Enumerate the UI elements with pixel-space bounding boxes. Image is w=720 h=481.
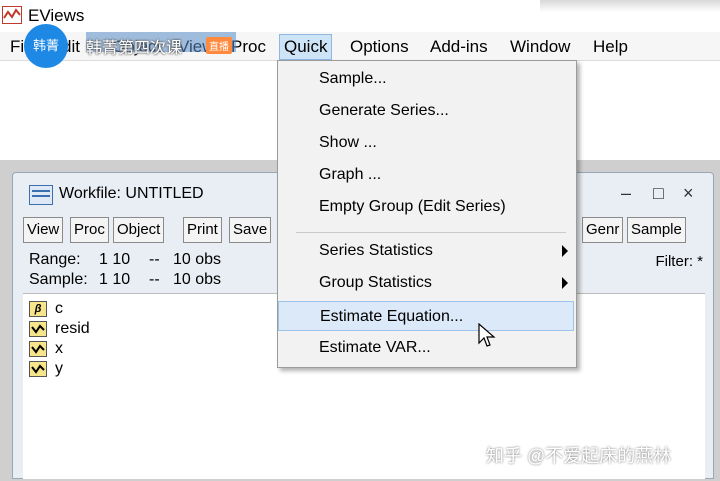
menu-item-series-statistics[interactable]: Series Statistics [278, 236, 574, 266]
quick-menu: Sample... Generate Series... Show ... Gr… [277, 60, 577, 368]
proc-button[interactable]: Proc [70, 217, 109, 243]
menu-separator [296, 232, 566, 233]
series-icon [29, 320, 47, 337]
genr-button[interactable]: Genr [582, 217, 624, 243]
coefficient-icon: β [29, 300, 47, 317]
object-name: x [55, 340, 63, 357]
list-item[interactable]: resid [29, 320, 90, 338]
sample-obs: -- 10 obs [149, 271, 222, 288]
series-icon [29, 340, 47, 357]
range-obs: -- 10 obs [149, 251, 222, 268]
menu-item-label: Series Statistics [319, 242, 433, 259]
workfile-icon [29, 185, 53, 205]
mouse-cursor-icon [478, 323, 496, 347]
menu-item-show[interactable]: Show ... [278, 128, 574, 158]
menu-item-empty-group[interactable]: Empty Group (Edit Series) [278, 192, 574, 222]
sample-label: Sample: [29, 271, 88, 288]
print-button[interactable]: Print [183, 217, 222, 243]
menu-proc[interactable]: Proc [231, 36, 266, 58]
close-button[interactable]: × [683, 183, 694, 204]
menu-item-generate-series[interactable]: Generate Series... [278, 96, 574, 126]
menu-item-group-statistics[interactable]: Group Statistics [278, 268, 574, 298]
submenu-arrow-icon [562, 245, 568, 257]
menu-file[interactable]: Fi [10, 36, 24, 58]
menu-window[interactable]: Window [510, 36, 570, 58]
eviews-logo-icon [2, 6, 22, 24]
top-shadow [540, 0, 720, 12]
save-button[interactable]: Save [229, 217, 272, 243]
live-badge: 直播 [206, 37, 232, 54]
workfile-title: Workfile: UNTITLED [59, 185, 204, 202]
menu-item-sample[interactable]: Sample... [278, 64, 574, 94]
filter-label: Filter: * [655, 253, 703, 270]
menu-addins[interactable]: Add-ins [430, 36, 488, 58]
sample-value: 1 10 [99, 271, 131, 288]
object-name: resid [55, 320, 90, 337]
maximize-button[interactable]: □ [653, 183, 664, 204]
watermark: 知乎 @不爱起床的燕林 [486, 446, 672, 466]
object-name: y [55, 360, 63, 377]
menu-help[interactable]: Help [593, 36, 628, 58]
title-bar: EViews [0, 0, 720, 32]
view-button[interactable]: View [23, 217, 64, 243]
object-button[interactable]: Object [113, 217, 165, 243]
menu-item-estimate-var[interactable]: Estimate VAR... [278, 333, 574, 363]
list-item[interactable]: y [29, 360, 63, 378]
minimize-button[interactable]: – [621, 183, 631, 204]
range-label: Range: [29, 251, 81, 268]
list-item[interactable]: x [29, 340, 63, 358]
stream-title: 韩菁第四次课 [86, 40, 183, 57]
menu-item-graph[interactable]: Graph ... [278, 160, 574, 190]
menu-options[interactable]: Options [350, 36, 409, 58]
object-name: c [55, 300, 63, 317]
sample-button[interactable]: Sample [627, 217, 686, 243]
menu-quick[interactable]: Quick [279, 34, 333, 60]
submenu-arrow-icon [562, 277, 568, 289]
list-item[interactable]: βc [29, 300, 63, 318]
avatar: 韩菁 [24, 24, 68, 68]
series-icon [29, 360, 47, 377]
menu-item-estimate-equation[interactable]: Estimate Equation... [278, 301, 574, 331]
range-value: 1 10 [99, 251, 131, 268]
menu-item-label: Group Statistics [319, 274, 432, 291]
app-title: EViews [28, 6, 85, 25]
